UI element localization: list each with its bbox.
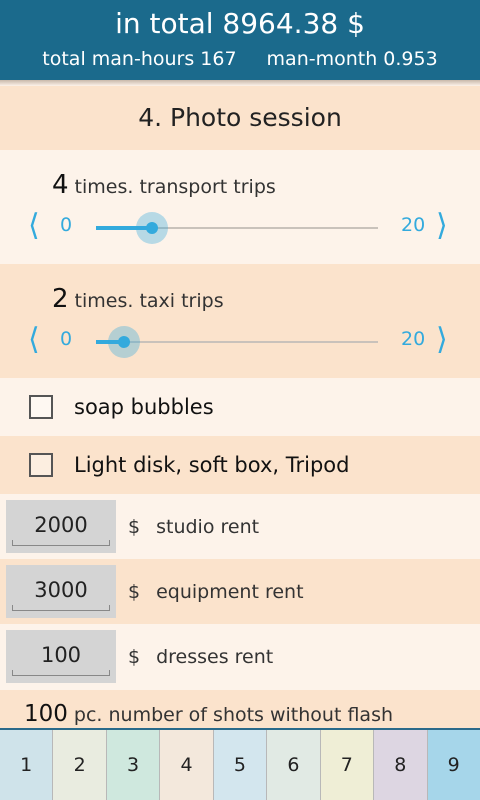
total-man-hours: total man-hours 167 — [42, 48, 237, 70]
soap-bubbles-label: soap bubbles — [74, 395, 214, 419]
tab-6[interactable]: 6 — [267, 730, 321, 800]
decrement-arrow-icon[interactable]: ⟨ — [28, 322, 40, 358]
increment-arrow-icon[interactable]: ⟩ — [436, 322, 448, 358]
soap-bubbles-checkbox[interactable] — [29, 395, 53, 419]
tab-4[interactable]: 4 — [160, 730, 214, 800]
taxi-trips-group: 2 times. taxi trips ⟨ 0 20 ⟩ — [0, 264, 480, 378]
transport-trips-count-line: 4 times. transport trips — [0, 150, 480, 200]
tab-2[interactable]: 2 — [53, 730, 107, 800]
tab-5[interactable]: 5 — [213, 730, 268, 800]
tab-1[interactable]: 1 — [0, 730, 54, 800]
tab-8[interactable]: 8 — [374, 730, 428, 800]
transport-trips-group: 4 times. transport trips ⟨ 0 20 ⟩ — [0, 150, 480, 264]
shots-without-flash-row: 100 pc. number of shots without flash — [0, 690, 480, 730]
taxi-trips-slider: ⟨ 0 20 ⟩ — [0, 310, 480, 374]
slider-max: 20 — [401, 214, 426, 236]
tab-7[interactable]: 7 — [320, 730, 375, 800]
header-stats: total man-hours 167 man-month 0.953 — [0, 46, 480, 72]
slider-thumb[interactable] — [108, 326, 141, 358]
light-kit-option[interactable]: Light disk, soft box, Tripod — [0, 436, 480, 494]
studio-rent-input[interactable]: 2000 — [6, 500, 116, 553]
shots-label: pc. number of shots without flash — [73, 704, 394, 726]
taxi-trips-count-line: 2 times. taxi trips — [0, 264, 480, 314]
increment-arrow-icon[interactable]: ⟩ — [436, 208, 448, 244]
decrement-arrow-icon[interactable]: ⟨ — [28, 208, 40, 244]
tab-3[interactable]: 3 — [106, 730, 161, 800]
soap-bubbles-option[interactable]: soap bubbles — [0, 378, 480, 436]
currency-symbol: $ — [128, 580, 141, 603]
shots-count: 100 — [24, 701, 68, 727]
light-kit-checkbox[interactable] — [29, 453, 53, 477]
section-tabs: 1 2 3 4 5 6 7 8 9 — [0, 728, 480, 800]
header-bar: in total 8964.38 $ total man-hours 167 m… — [0, 0, 480, 80]
studio-rent-label: studio rent — [156, 515, 260, 538]
equipment-rent-row: 3000 $ equipment rent — [0, 559, 480, 624]
transport-trips-slider: ⟨ 0 20 ⟩ — [0, 196, 480, 260]
currency-symbol: $ — [128, 645, 141, 668]
dresses-rent-row: 100 $ dresses rent — [0, 624, 480, 689]
tab-9[interactable]: 9 — [427, 730, 480, 800]
slider-min: 0 — [60, 328, 73, 350]
slider-max: 20 — [401, 328, 426, 350]
slider-thumb[interactable] — [136, 212, 169, 244]
section-title: 4. Photo session — [0, 86, 480, 150]
currency-symbol: $ — [128, 515, 141, 538]
slider-min: 0 — [60, 214, 73, 236]
dresses-rent-input[interactable]: 100 — [6, 630, 116, 683]
equipment-rent-label: equipment rent — [156, 580, 304, 603]
studio-rent-row: 2000 $ studio rent — [0, 494, 480, 559]
total-cost: in total 8964.38 $ — [115, 7, 365, 40]
light-kit-label: Light disk, soft box, Tripod — [74, 453, 350, 477]
dresses-rent-label: dresses rent — [156, 645, 274, 668]
equipment-rent-input[interactable]: 3000 — [6, 565, 116, 618]
man-month: man-month 0.953 — [266, 48, 438, 70]
